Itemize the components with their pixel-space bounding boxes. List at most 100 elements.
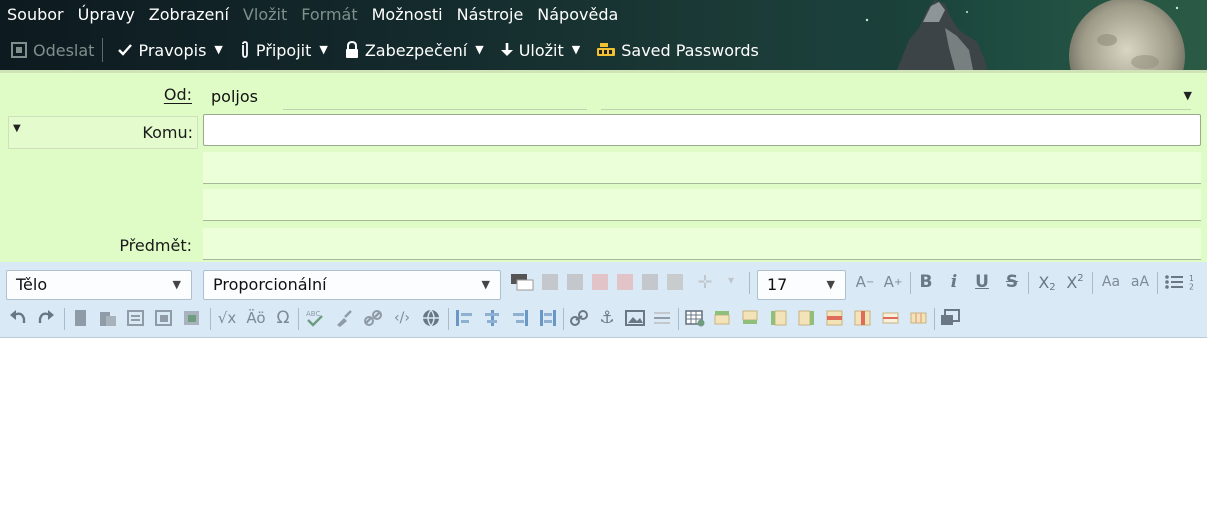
from-select[interactable]: poljos ▼	[203, 81, 1200, 113]
italic-icon[interactable]: i	[942, 271, 966, 293]
to-input[interactable]	[203, 114, 1201, 146]
attach-dropdown-icon[interactable]: ▼	[315, 36, 333, 64]
insert-table-icon[interactable]	[683, 307, 707, 329]
justify-icon[interactable]	[536, 307, 560, 329]
key-icon	[597, 43, 616, 56]
unlink-icon[interactable]	[361, 307, 385, 329]
menu-zobrazeni[interactable]: Zobrazení	[142, 3, 236, 27]
format-separator	[563, 308, 564, 330]
font-select[interactable]: Proporcionální ▼	[203, 270, 501, 300]
menu-soubor[interactable]: Soubor	[0, 3, 71, 27]
attach-button[interactable]: Připojit	[229, 36, 316, 64]
table-row-above-icon[interactable]	[711, 307, 735, 329]
spellcheck-dropdown-icon[interactable]: ▼	[210, 36, 228, 64]
fullscreen-icon[interactable]	[938, 307, 962, 329]
paste-special-icon[interactable]	[124, 307, 148, 329]
subscript-icon[interactable]: X2	[1034, 271, 1060, 293]
superscript-icon[interactable]: X2	[1062, 271, 1088, 293]
small-caps-icon[interactable]: Aa	[1098, 271, 1124, 293]
paste-text-icon[interactable]	[152, 307, 176, 329]
window-header: Soubor Úpravy Zobrazení Vložit Formát Mo…	[0, 0, 1207, 70]
paragraph-format-select[interactable]: Tělo ▼	[6, 270, 192, 300]
image-icon[interactable]	[623, 307, 647, 329]
table-split-icon[interactable]	[879, 307, 903, 329]
smiley-dropdown-icon: ▼	[728, 276, 735, 285]
menu-format[interactable]: Formát	[294, 3, 364, 27]
numbered-list-icon[interactable]: 12	[1188, 271, 1207, 293]
to-label: Komu:	[142, 123, 193, 142]
format-separator	[1028, 272, 1029, 294]
table-col-after-icon[interactable]	[795, 307, 819, 329]
message-body-editor[interactable]	[0, 338, 1207, 514]
recipient-row-3[interactable]	[203, 189, 1201, 221]
font-size-select[interactable]: 17 ▼	[757, 270, 846, 300]
text-color-icon[interactable]	[508, 271, 538, 293]
menu-vlozit[interactable]: Vložit	[236, 3, 294, 27]
table-row-below-icon[interactable]	[739, 307, 763, 329]
paste-word-icon[interactable]	[180, 307, 204, 329]
recipient-row-2[interactable]	[203, 152, 1201, 184]
format-separator	[1092, 272, 1093, 294]
align-left-icon[interactable]	[452, 307, 476, 329]
redo-icon[interactable]	[34, 307, 58, 329]
align-center-icon[interactable]	[480, 307, 504, 329]
spellcheck-icon[interactable]: ABC	[303, 307, 327, 329]
menubar: Soubor Úpravy Zobrazení Vložit Formát Mo…	[0, 3, 625, 27]
menu-upravy[interactable]: Úpravy	[71, 3, 142, 27]
recipient-type-select[interactable]: ▼ Komu:	[8, 116, 198, 149]
svg-text:ABC: ABC	[306, 310, 320, 318]
anchor-icon[interactable]: ⚓	[595, 307, 619, 329]
chevron-down-icon: ▼	[826, 278, 835, 291]
table-col-before-icon[interactable]	[767, 307, 791, 329]
clean-format-icon[interactable]	[332, 307, 356, 329]
paperclip-icon	[241, 41, 248, 58]
from-dropdown-icon[interactable]: ▼	[1184, 89, 1192, 102]
security-button[interactable]: Zabezpečení	[334, 36, 471, 64]
link-icon[interactable]	[567, 307, 591, 329]
menu-moznosti[interactable]: Možnosti	[365, 3, 450, 27]
uppercase-icon[interactable]: aA	[1126, 271, 1154, 293]
horizontal-rule-icon[interactable]	[651, 307, 673, 329]
menu-napoveda[interactable]: Nápověda	[530, 3, 625, 27]
spellcheck-button[interactable]: Pravopis	[107, 36, 210, 64]
attach-label: Připojit	[255, 40, 312, 60]
format-separator	[1157, 272, 1158, 294]
html-source-icon[interactable]: ‹/›	[390, 307, 414, 329]
subject-label: Předmět:	[119, 236, 192, 255]
recipient-dropdown-icon[interactable]: ▼	[13, 123, 21, 134]
math-formula-icon[interactable]: √x	[214, 307, 240, 329]
svg-text:2: 2	[1189, 283, 1194, 291]
font-size-value: 17	[767, 275, 788, 294]
checkmark-icon	[118, 44, 133, 56]
format-icon-5	[640, 273, 660, 291]
paste-icon[interactable]	[96, 307, 120, 329]
subject-input[interactable]	[203, 228, 1201, 260]
strikethrough-icon[interactable]: S	[1000, 271, 1024, 293]
send-button[interactable]: Odeslat	[0, 36, 98, 64]
table-delete-col-icon[interactable]	[851, 307, 875, 329]
bold-icon[interactable]: B	[914, 271, 938, 293]
chevron-down-icon: ▼	[481, 278, 490, 291]
decrease-font-icon[interactable]: A −	[852, 271, 878, 293]
security-dropdown-icon[interactable]: ▼	[471, 36, 489, 64]
bullet-list-icon[interactable]	[1162, 271, 1186, 293]
align-right-icon[interactable]	[508, 307, 532, 329]
increase-font-icon[interactable]: A +	[880, 271, 906, 293]
spellcheck-label: Pravopis	[138, 40, 207, 60]
special-chars-icon[interactable]: Äö	[243, 307, 269, 329]
format-separator	[934, 308, 935, 330]
globe-icon[interactable]	[419, 307, 443, 329]
format-separator	[678, 308, 679, 330]
menu-nastroje[interactable]: Nástroje	[450, 3, 531, 27]
new-document-icon[interactable]	[70, 307, 92, 329]
save-dropdown-icon[interactable]: ▼	[568, 36, 586, 64]
format-separator	[448, 308, 449, 330]
table-delete-row-icon[interactable]	[823, 307, 847, 329]
saved-passwords-button[interactable]: Saved Passwords	[586, 36, 763, 64]
omega-icon[interactable]: Ω	[272, 307, 294, 329]
table-merge-icon[interactable]	[907, 307, 931, 329]
undo-icon[interactable]	[6, 307, 30, 329]
underline-icon[interactable]: U	[970, 271, 994, 293]
save-button[interactable]: Uložit	[490, 36, 568, 64]
format-icon-6	[665, 273, 685, 291]
